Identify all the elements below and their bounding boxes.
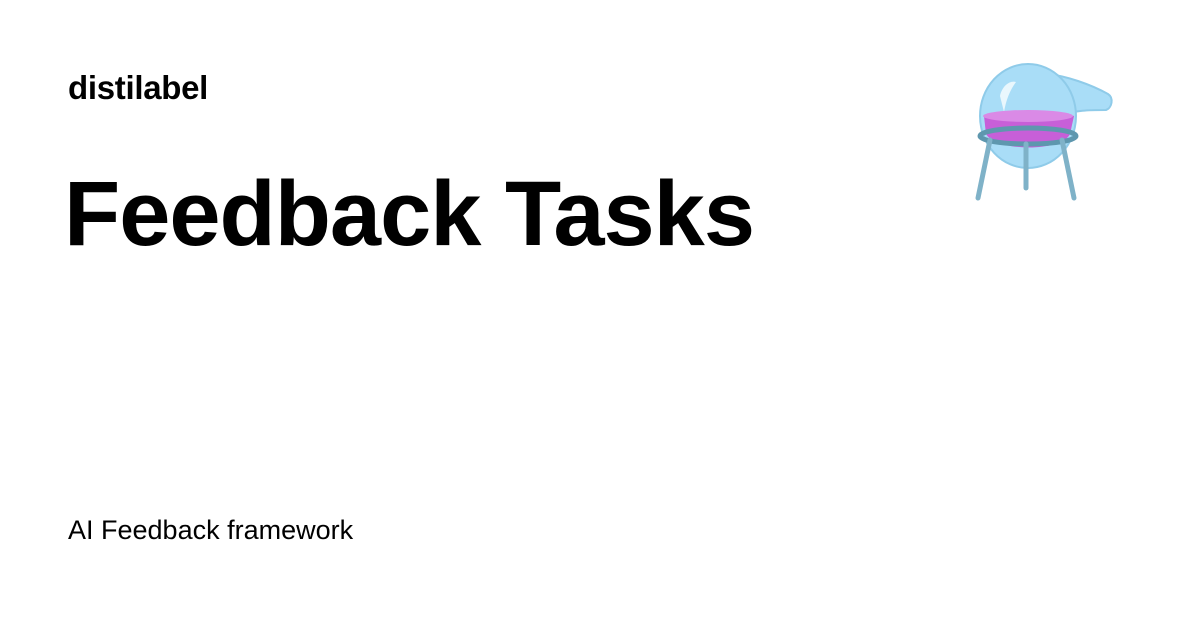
flask-icon [975,63,1113,201]
tagline: AI Feedback framework [68,515,354,545]
site-name: distilabel [68,69,209,106]
social-card: distilabel Feedback Tasks AI Feedback fr… [0,0,1200,630]
page-title: Feedback Tasks [64,163,755,265]
